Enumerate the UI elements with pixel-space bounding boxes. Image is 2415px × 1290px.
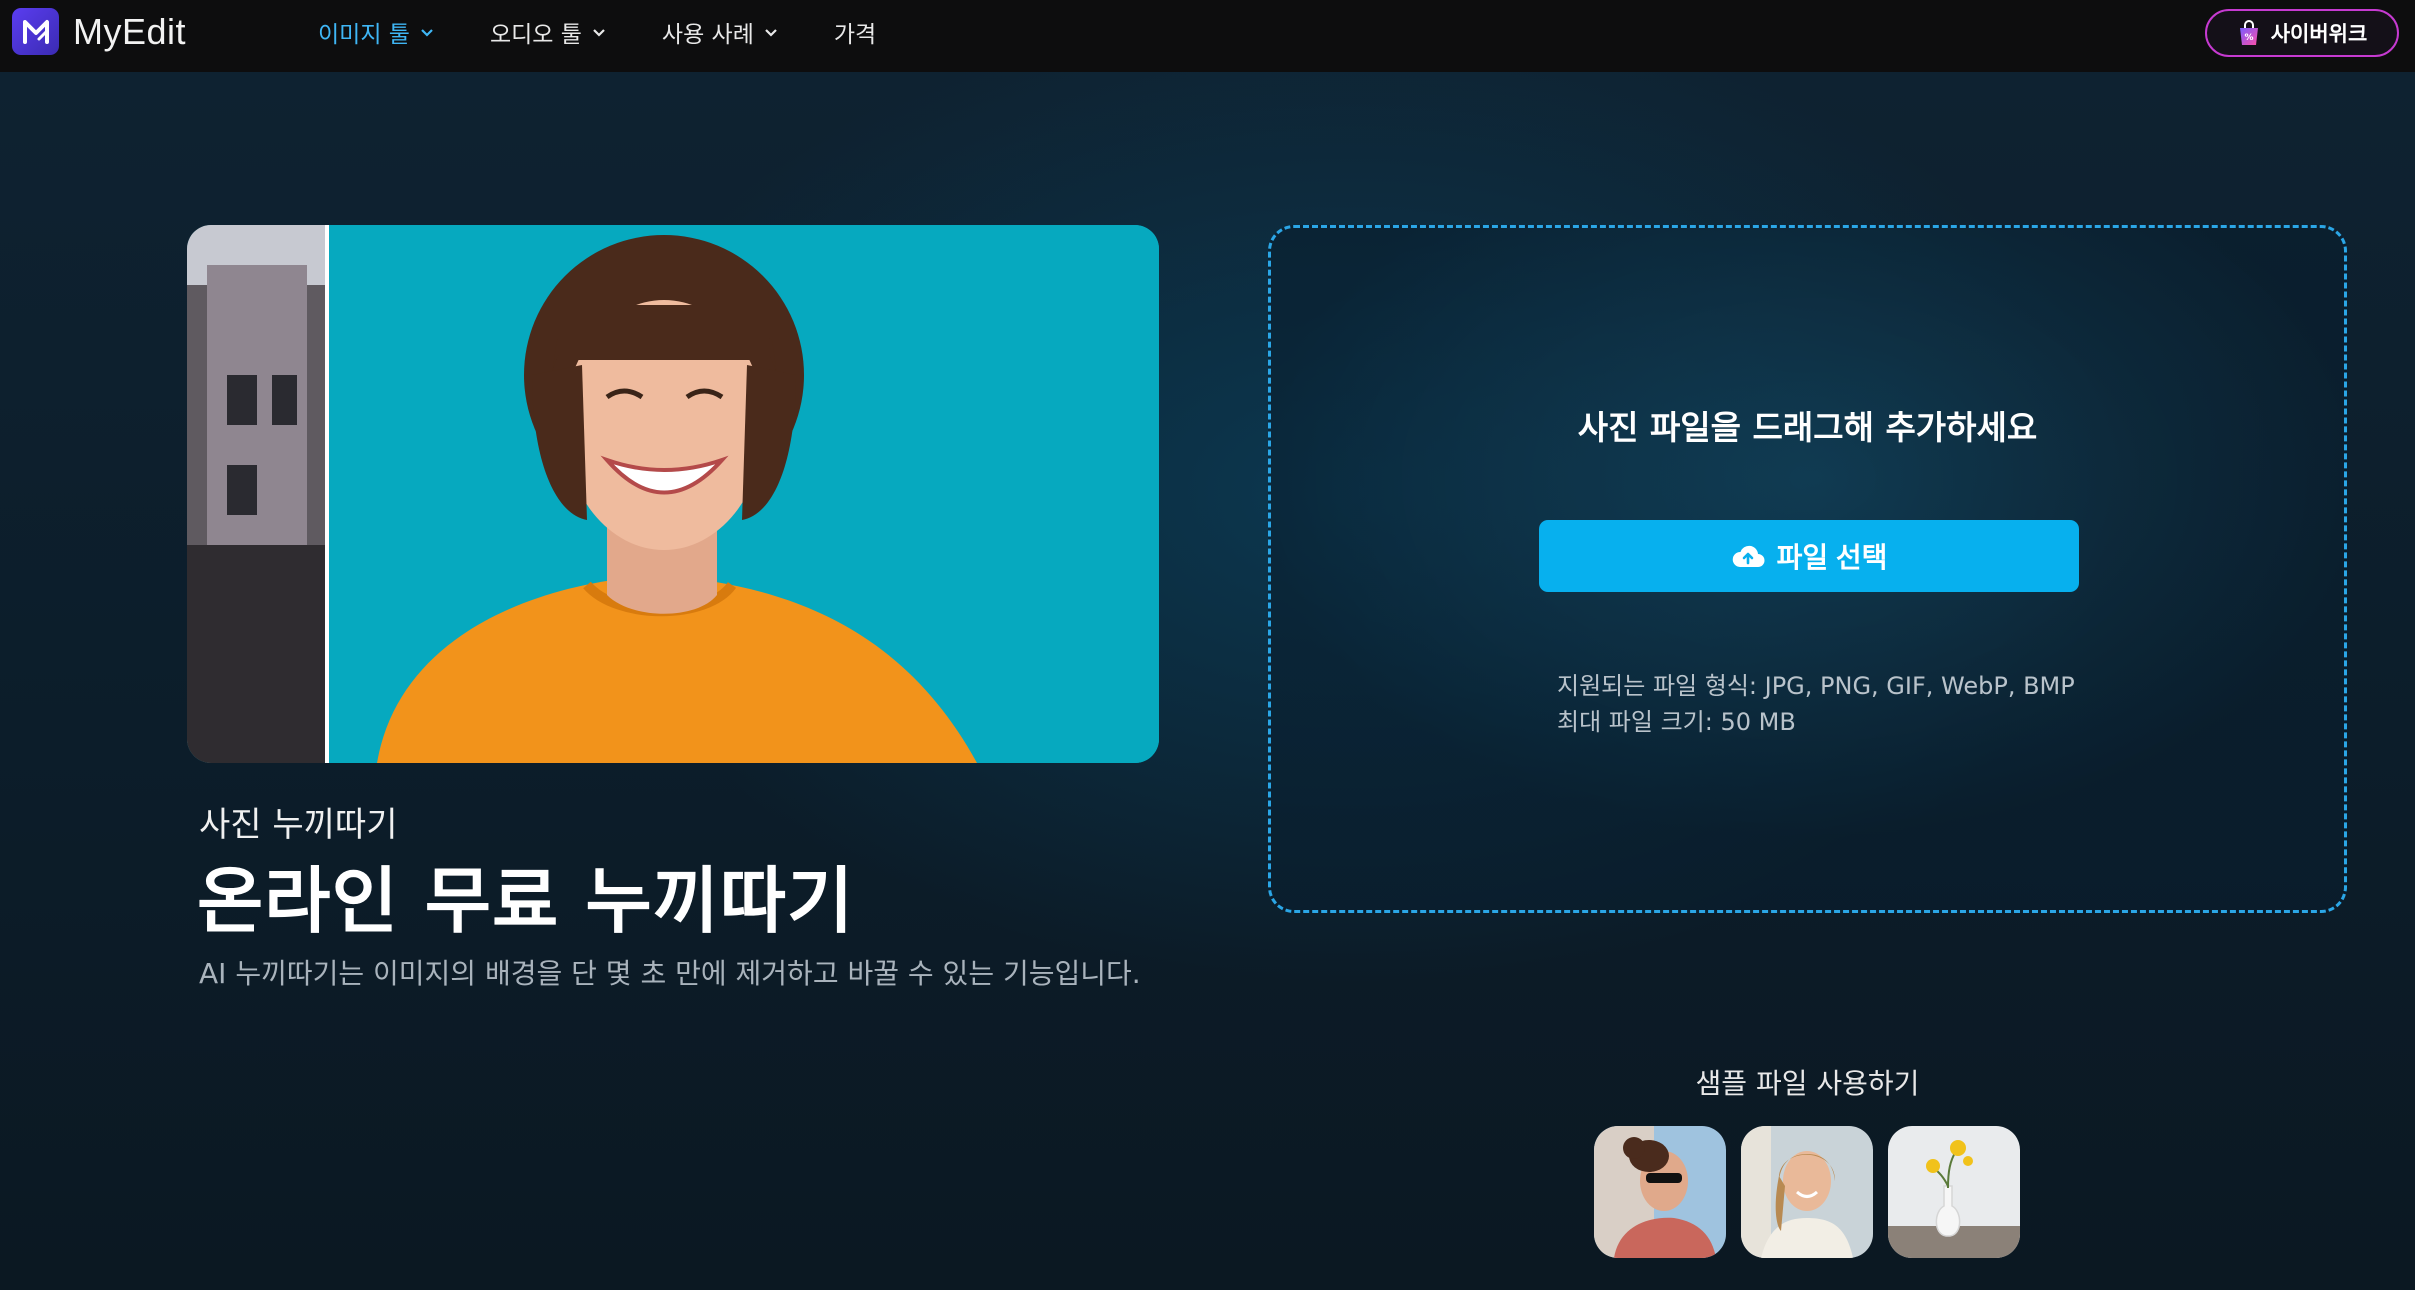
menu-image-tools-label: 이미지 툴: [318, 22, 410, 48]
top-nav: MyEdit 이미지 툴 오디오 툴 사용 사례 가격 % 사이버위크: [0, 0, 2415, 72]
menu-audio-tools[interactable]: 오디오 툴: [490, 15, 606, 49]
hero-subtitle: 사진 누끼따기: [199, 805, 398, 845]
menu-pricing[interactable]: 가격: [834, 15, 876, 49]
choose-file-button[interactable]: 파일 선택: [1539, 520, 2079, 592]
file-requirements: 지원되는 파일 형식: JPG, PNG, GIF, WebP, BMP 최대 …: [1557, 668, 2075, 740]
main-area: 사진 누끼따기 온라인 무료 누끼따기 AI 누끼따기는 이미지의 배경을 단 …: [0, 72, 2415, 1290]
promo-button[interactable]: % 사이버위크: [2205, 9, 2399, 57]
menu-use-cases-label: 사용 사례: [661, 22, 754, 48]
sample-woman-smiling[interactable]: [1741, 1126, 1873, 1258]
logo-text: MyEdit: [73, 10, 187, 52]
sample-flower-vase[interactable]: [1888, 1126, 2020, 1258]
promo-label: 사이버위크: [2270, 22, 2368, 46]
file-dropzone[interactable]: 사진 파일을 드래그해 추가하세요 파일 선택 지원되는 파일 형식: JPG,…: [1268, 225, 2347, 913]
sample-woman-sunglasses[interactable]: [1594, 1126, 1726, 1258]
logo-icon: [12, 8, 59, 55]
main-menu: 이미지 툴 오디오 툴 사용 사례 가격: [318, 0, 932, 64]
hero-description: AI 누끼따기는 이미지의 배경을 단 몇 초 만에 제거하고 바꿀 수 있는 …: [199, 957, 1141, 990]
hero-title: 온라인 무료 누끼따기: [197, 859, 855, 943]
menu-pricing-label: 가격: [833, 22, 877, 48]
chevron-down-icon: [765, 29, 777, 37]
sample-thumbnails: [1594, 1126, 2035, 1258]
supported-formats: 지원되는 파일 형식: JPG, PNG, GIF, WebP, BMP: [1557, 672, 2075, 700]
dropzone-prompt: 사진 파일을 드래그해 추가하세요: [1577, 408, 2038, 447]
chevron-down-icon: [593, 29, 605, 37]
sample-files-title: 샘플 파일 사용하기: [1695, 1067, 1920, 1100]
shopping-bag-icon: %: [2239, 20, 2258, 45]
choose-file-label: 파일 선택: [1776, 542, 1888, 573]
cloud-upload-icon: [1732, 545, 1765, 567]
menu-use-cases[interactable]: 사용 사례: [662, 15, 778, 49]
hero-before-after-image: [187, 225, 1159, 763]
max-file-size: 최대 파일 크기: 50 MB: [1557, 708, 1796, 736]
svg-text:%: %: [2244, 33, 2253, 43]
menu-image-tools[interactable]: 이미지 툴: [318, 15, 434, 49]
chevron-down-icon: [421, 29, 433, 37]
logo[interactable]: MyEdit: [12, 8, 186, 55]
menu-audio-tools-label: 오디오 툴: [489, 22, 582, 48]
